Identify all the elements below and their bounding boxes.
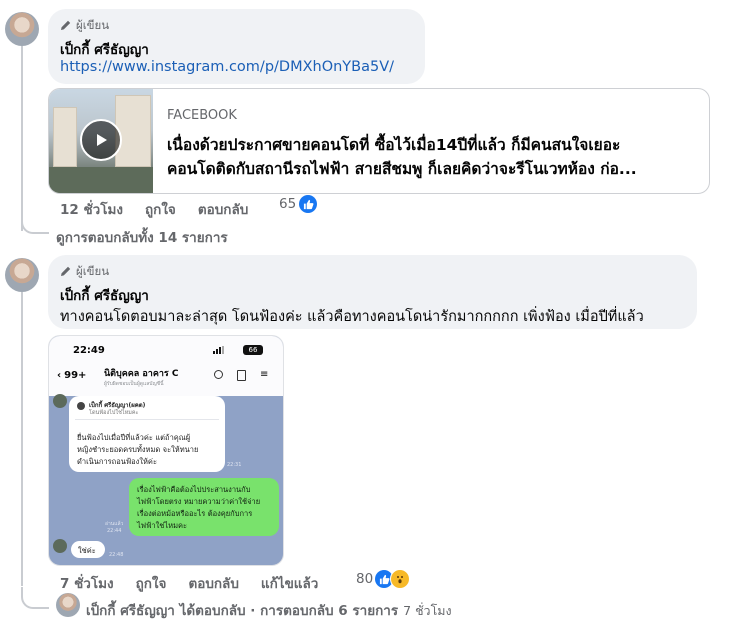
chat-message: เป็กกี้ ศรีธัญญา(ผคต) โดนฟ้องไปใช่ไหมคะ …: [69, 396, 225, 472]
preview-source: FACEBOOK: [167, 108, 237, 123]
attached-screenshot[interactable]: 22:49 66 ‹ 99+ นิติบุคคล อาคาร C ผู้รับผ…: [48, 335, 284, 566]
chat-message-sent: เรื่องไฟฟ้าคือต้องไปประสานงานกับ ไฟฟ้าโด…: [129, 478, 279, 536]
view-replies-link[interactable]: ดูการตอบกลับทั้ง 14 รายการ: [56, 226, 228, 248]
author-tag-label: ผู้เขียน: [76, 264, 110, 278]
like-icon: [299, 195, 318, 213]
battery-level: 66: [248, 346, 258, 354]
comment-author[interactable]: เป็กกี้ ศรีธัญญา: [60, 38, 149, 60]
like-button[interactable]: ถูกใจ: [136, 572, 167, 594]
message-time: 22:48: [109, 552, 124, 558]
chat-avatar: [53, 539, 67, 553]
comment-text: ทางคอนโดตอบมาละล่าสุด โดนฟ้องค่ะ แล้วคือ…: [60, 309, 644, 325]
chevron-left-icon: ‹: [57, 370, 62, 381]
comment-time[interactable]: 12 ชั่วโมง: [60, 198, 123, 220]
message-line: ยื่นฟ้องไปเมื่อปีที่แล้วค่ะ แต่ถ้าคุณผู้: [77, 433, 191, 442]
wow-icon: [390, 569, 411, 589]
reactions[interactable]: 80: [356, 569, 411, 589]
author-tag-label: ผู้เขียน: [76, 18, 110, 32]
author-badge: ผู้เขียน: [60, 17, 109, 35]
status-time: 22:49: [73, 345, 105, 356]
preview-title-line: คอนโดติดกับสถานีรถไฟฟ้า สายสีชมพู ก็เลยค…: [167, 160, 637, 178]
thread-line: [21, 46, 23, 231]
read-status: อ่านแล้ว: [105, 521, 124, 527]
message-line: ใช่ค่ะ: [78, 546, 96, 555]
comment-bubble: ผู้เขียน เป็กกี้ ศรีธัญญา https://www.in…: [48, 9, 425, 84]
search-icon[interactable]: [214, 370, 223, 379]
author-badge: ผู้เขียน: [60, 263, 109, 281]
notes-icon[interactable]: [237, 370, 246, 381]
link-preview-card[interactable]: FACEBOOK เนื่องด้วยประกาศขายคอนโดที่ ซื้…: [48, 88, 710, 194]
avatar[interactable]: [5, 12, 39, 46]
avatar[interactable]: [5, 258, 39, 292]
edited-label[interactable]: แก้ไขแล้ว: [261, 572, 318, 594]
signal-icon: [213, 346, 224, 354]
reply-button[interactable]: ตอบกลับ: [188, 572, 238, 594]
reply-summary[interactable]: เป็กกี้ ศรีธัญญา ได้ตอบกลับ · การตอบกลับ…: [86, 599, 452, 621]
message-line: เรื่องต่อหม้อหรืออะไร ต้องคุยกับการ: [137, 509, 253, 518]
message-line: ไฟฟ้าโดยตรง หมายความว่าค่าใช้จ่าย: [137, 497, 261, 506]
message-line: หญิงชำระยอดครบทั้งหมด จะให้ทนาย: [77, 445, 199, 454]
message-line: ดำเนินการถอนฟ้องให้ค่ะ: [77, 457, 157, 466]
play-icon[interactable]: [80, 119, 122, 161]
preview-title-line: เนื่องด้วยประกาศขายคอนโดที่ ซื้อไว้เมื่อ…: [167, 136, 621, 154]
pencil-icon: [60, 19, 72, 34]
reply-button[interactable]: ตอบกลับ: [198, 198, 248, 220]
message-time: 22:44: [107, 528, 122, 534]
thread-curve: [21, 587, 49, 609]
back-button[interactable]: ‹ 99+: [57, 370, 86, 381]
quoted-text: โดนฟ้องไปใช่ไหมคะ: [89, 410, 139, 416]
reply-avatar[interactable]: [56, 593, 80, 617]
reaction-count: 80: [356, 571, 374, 587]
reaction-count: 65: [279, 196, 297, 212]
comment-bubble: ผู้เขียน เป็กกี้ ศรีธัญญา ทางคอนโดตอบมาล…: [48, 255, 697, 329]
comment-author[interactable]: เป็กกี้ ศรีธัญญา: [60, 284, 149, 306]
chat-message: ใช่ค่ะ: [71, 541, 105, 558]
reply-summary-time: 7 ชั่วโมง: [403, 603, 452, 618]
chat-avatar: [53, 394, 67, 408]
thread-line: [21, 292, 23, 586]
reply-summary-text[interactable]: เป็กกี้ ศรีธัญญา ได้ตอบกลับ · การตอบกลับ…: [86, 599, 398, 621]
comment-time[interactable]: 7 ชั่วโมง: [60, 572, 114, 594]
back-count: 99+: [64, 370, 87, 381]
like-button[interactable]: ถูกใจ: [145, 198, 176, 220]
pencil-icon: [60, 265, 72, 280]
chat-subtitle: ผู้รับผิดชอบเป็นผู้ดูแลบัญชีนี้: [104, 381, 164, 387]
message-time: 22:31: [227, 462, 242, 468]
message-line: ไฟฟ้าใช่ไหมคะ: [137, 521, 188, 530]
comment-actions: 7 ชั่วโมง ถูกใจ ตอบกลับ แก้ไขแล้ว: [60, 572, 318, 594]
chat-title: นิติบุคคล อาคาร C: [104, 369, 179, 379]
reactions[interactable]: 65: [279, 195, 318, 213]
message-line: เรื่องไฟฟ้าคือต้องไปประสานงานกับ: [137, 485, 251, 494]
menu-icon[interactable]: ≡: [260, 370, 268, 380]
preview-thumbnail: [49, 89, 153, 193]
thread-curve: [21, 214, 49, 234]
comment-actions: 12 ชั่วโมง ถูกใจ ตอบกลับ: [60, 198, 248, 220]
comment-link[interactable]: https://www.instagram.com/p/DMXhOnYBa5V/: [60, 59, 394, 75]
battery-icon: 66: [243, 345, 263, 355]
